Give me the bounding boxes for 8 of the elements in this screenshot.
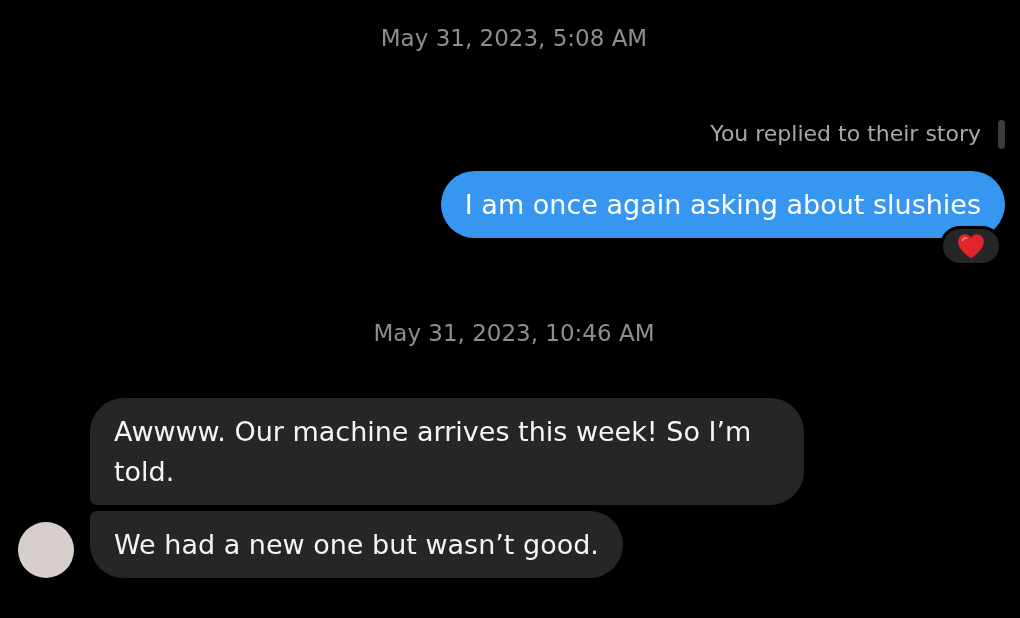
story-reply-note: You replied to their story xyxy=(710,120,981,148)
timestamp: May 31, 2023, 10:46 AM xyxy=(373,319,655,347)
received-message-bubble: We had a new one but wasn’t good. xyxy=(90,511,623,578)
avatar-icon[interactable] xyxy=(18,522,74,578)
timestamp: May 31, 2023, 5:08 AM xyxy=(380,24,648,52)
sent-message-bubble: I am once again asking about slushies xyxy=(440,171,1005,238)
scrollbar-thumb[interactable] xyxy=(998,120,1005,149)
received-message-bubble: Awwww. Our machine arrives this week! So I’m told. xyxy=(90,398,804,505)
